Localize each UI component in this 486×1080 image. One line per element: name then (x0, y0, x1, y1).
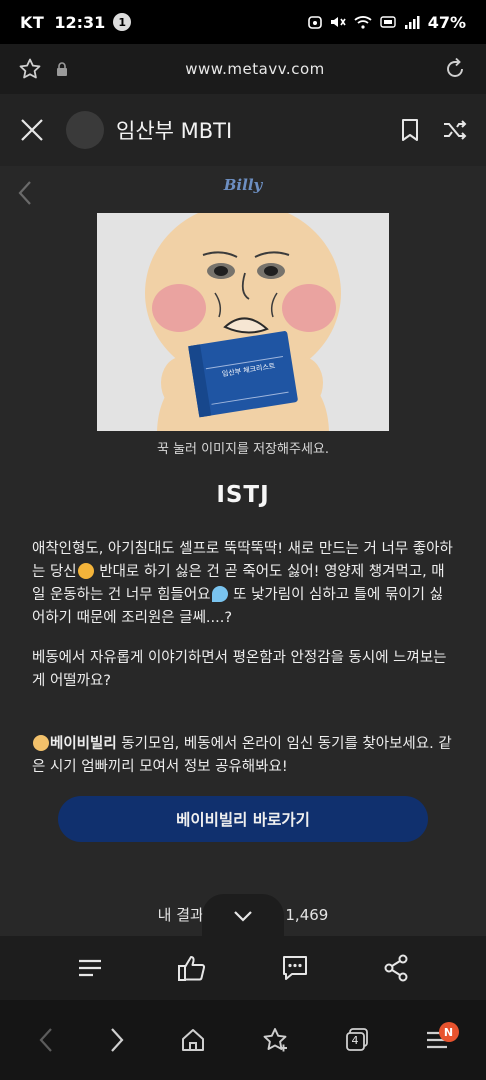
sweat-droplets-emoji-icon (211, 586, 228, 602)
notification-count-badge: 1 (113, 13, 132, 31)
close-icon[interactable] (18, 116, 46, 144)
wifi-icon (354, 15, 372, 29)
share-icon[interactable] (383, 954, 409, 982)
alarm-icon (307, 15, 322, 29)
bookmark-icon[interactable] (400, 118, 420, 142)
menu-new-badge: N (438, 1022, 459, 1042)
status-bar: KT 12:31 1 47% (0, 0, 486, 44)
home-icon[interactable] (180, 1027, 206, 1053)
carrier-label: KT (20, 12, 45, 32)
result-count-value: 1,469 (285, 906, 329, 924)
lte-icon (380, 16, 396, 28)
forward-icon[interactable] (109, 1027, 125, 1053)
comment-icon[interactable] (281, 954, 309, 982)
tab-count: 4 (351, 1034, 359, 1047)
browser-bottom-nav: 4 N (0, 1000, 486, 1080)
menu-icon[interactable]: N (425, 1022, 459, 1050)
page-action-bar (0, 936, 486, 1000)
image-save-caption: 꾹 눌러 이미지를 저장해주세요. (156, 442, 329, 457)
battery-level: 47% (427, 12, 466, 32)
browser-url-bar: www.metavv.com (0, 44, 486, 94)
signal-icon (404, 15, 420, 29)
chevron-down-icon (233, 910, 253, 922)
baby-emoji-icon (33, 735, 49, 751)
result-description: 애착인형도, 아기침대도 셀프로 뚝딱뚝딱! 새로 만드는 거 너무 좋아하는 … (32, 538, 456, 630)
app-header: 임산부 MBTI (0, 94, 486, 166)
thumbs-up-icon[interactable] (177, 954, 207, 982)
shuffle-icon[interactable] (442, 118, 468, 142)
result-content: Billy 임산부 체크리스트 꾹 눌러 이미지를 저장해주세요. ISTJ 애… (0, 166, 486, 936)
clock: 12:31 (54, 12, 106, 32)
recommendation-text: 베동에서 자유롭게 이야기하면서 평온함과 안정감을 동시에 느껴보는 게 어떨… (32, 650, 447, 689)
mute-icon (330, 15, 346, 29)
community-promo: 베이비빌리 동기모임, 베동에서 온라이 임신 동기를 찾아보세요. 같은 시기… (32, 733, 456, 779)
tabs-icon[interactable]: 4 (344, 1027, 370, 1053)
bookmark-star-icon[interactable] (18, 57, 42, 81)
brand-logo: Billy (223, 176, 263, 194)
result-count-label: 내 결과 (157, 906, 204, 924)
result-image[interactable]: 임산부 체크리스트 (97, 213, 389, 431)
collapse-toolbar-button[interactable] (202, 894, 284, 936)
page-title: 임산부 MBTI (116, 119, 233, 143)
lock-icon (56, 62, 68, 76)
menu-lines-icon[interactable] (77, 958, 103, 978)
mbti-result: ISTJ (216, 482, 270, 508)
community-name: 베이비빌리 (50, 736, 117, 752)
character-illustration: 임산부 체크리스트 (97, 213, 389, 431)
avatar (66, 111, 104, 149)
babybilly-link-button[interactable]: 베이비빌리 바로가기 (58, 796, 428, 842)
heart-eyes-emoji-icon (77, 563, 94, 579)
url-text[interactable]: www.metavv.com (68, 60, 442, 78)
favorites-icon[interactable] (261, 1026, 289, 1054)
back-icon[interactable] (38, 1027, 54, 1053)
reload-icon[interactable] (442, 56, 468, 82)
